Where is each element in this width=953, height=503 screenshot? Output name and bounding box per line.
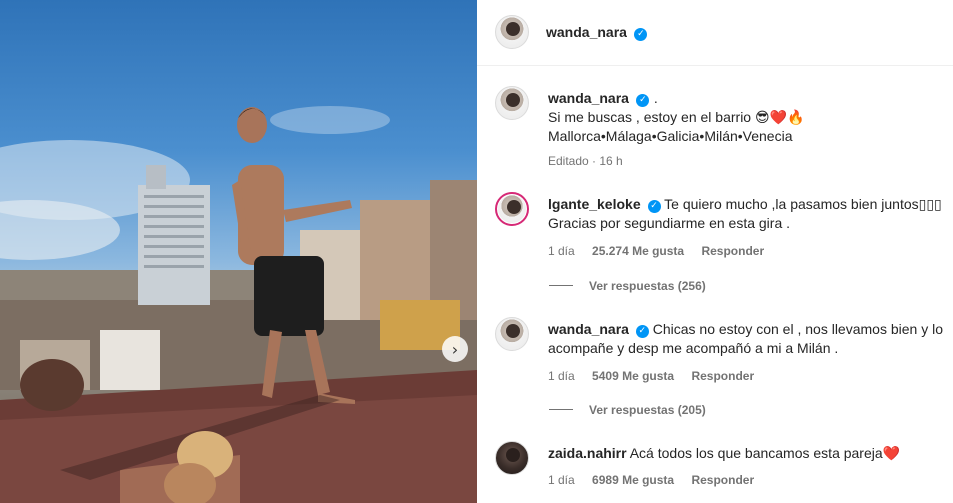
like-count[interactable]: 6989 Me gusta	[592, 473, 674, 487]
view-replies-label: Ver respuestas (205)	[589, 403, 706, 417]
rooftop-photo	[0, 106, 477, 503]
avatar[interactable]	[495, 317, 529, 351]
view-replies-button[interactable]: Ver respuestas (256)	[549, 279, 706, 293]
like-count[interactable]: 25.274 Me gusta	[592, 244, 684, 258]
avatar[interactable]	[495, 192, 529, 226]
verified-badge-icon: ✓	[634, 28, 648, 41]
view-replies-button[interactable]: Ver respuestas (205)	[549, 403, 706, 417]
heart-icon: ❤️	[882, 446, 901, 462]
comment-time: 1 día	[548, 473, 575, 487]
post-header: wanda_nara ✓	[477, 0, 953, 66]
username-link[interactable]: wanda_nara	[548, 90, 629, 106]
next-media-button[interactable]: ›	[442, 336, 468, 362]
comments-panel: wanda_nara ✓ wanda_nara ✓ . Si me buscas…	[477, 0, 953, 503]
chevron-right-icon: ›	[451, 339, 459, 359]
reply-button[interactable]: Responder	[691, 369, 754, 383]
avatar[interactable]	[495, 15, 529, 49]
username-link[interactable]: wanda_nara	[548, 321, 629, 337]
comment-time: 1 día	[548, 244, 575, 258]
verified-badge-icon: ✓	[635, 325, 649, 338]
comment-text: Acá todos los que bancamos esta pareja	[629, 445, 883, 461]
comment-text-line-2: Gracias por segundiarme en esta gira .	[548, 215, 791, 231]
caption-line-2: Mallorca•Málaga•Galicia•Milán•Venecia	[548, 128, 793, 144]
avatar[interactable]	[495, 441, 529, 475]
comment-time: 1 día	[548, 369, 575, 383]
username-link[interactable]: zaida.nahirr	[548, 445, 627, 461]
view-replies-label: Ver respuestas (256)	[589, 279, 706, 293]
reply-button[interactable]: Responder	[691, 473, 754, 487]
avatar[interactable]	[495, 86, 529, 120]
replies-divider	[549, 285, 573, 286]
verified-badge-icon: ✓	[647, 200, 661, 213]
verified-badge-icon: ✓	[636, 94, 650, 107]
like-count[interactable]: 5409 Me gusta	[592, 369, 674, 383]
comment-text-line-2: acompañe y desp me acompañó a mi a Milán…	[548, 340, 839, 356]
caption-dot: .	[653, 90, 658, 106]
post-media[interactable]: ›	[0, 0, 477, 503]
caption-line-1: Si me buscas , estoy en el barrio 😎❤️🔥	[548, 109, 805, 125]
replies-divider	[549, 409, 573, 410]
username-link[interactable]: lgante_keloke	[548, 196, 641, 212]
comment-text: Chicas no estoy con el , nos llevamos bi…	[652, 321, 943, 337]
caption-timestamp: Editado · 16 h	[548, 154, 623, 168]
comment-text: Te quiero mucho ,la pasamos bien juntos▯…	[664, 196, 942, 212]
username-link[interactable]: wanda_nara	[546, 24, 627, 40]
reply-button[interactable]: Responder	[701, 244, 764, 258]
